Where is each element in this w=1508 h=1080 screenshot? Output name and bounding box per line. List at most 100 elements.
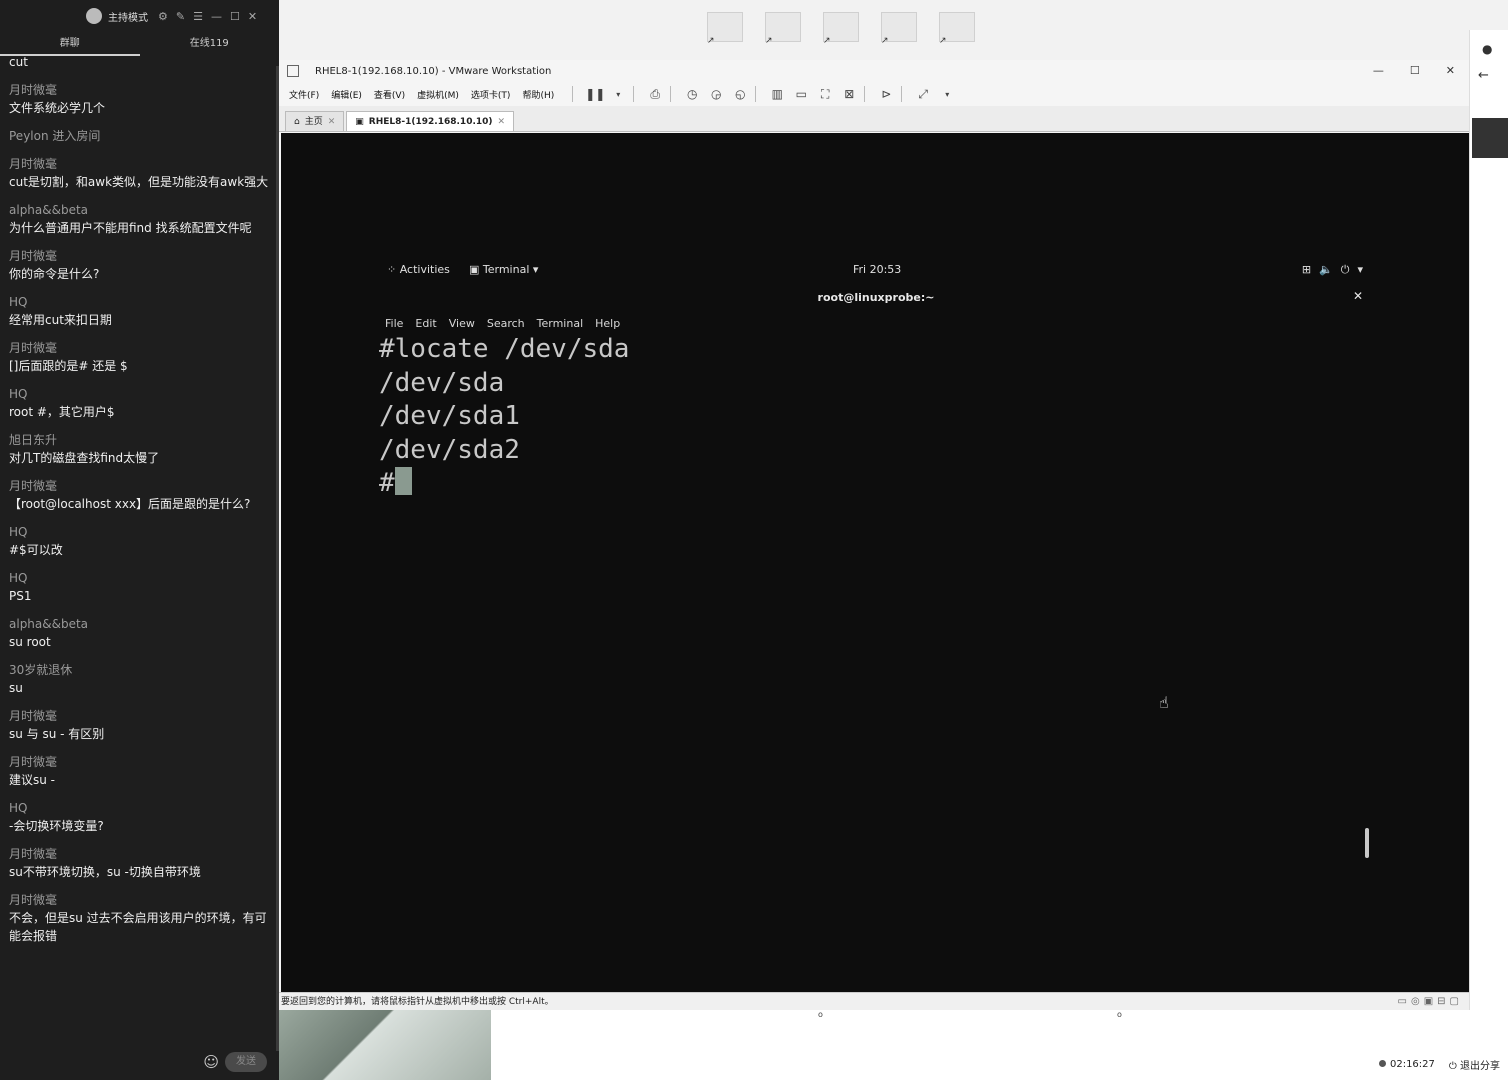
edit-icon[interactable]: ✎ [176,10,185,23]
mode-label: 主持模式 [108,12,148,24]
message-text: su 与 su - 有区别 [9,727,105,741]
message-sender: HQ [9,387,28,401]
status-hint: 要返回到您的计算机，请将鼠标指针从虚拟机中移出或按 Ctrl+Alt。 [281,997,554,1007]
terminal-output[interactable]: #locate /dev/sda /dev/sda /dev/sda1 /dev… [379,333,1369,501]
console-view-icon[interactable]: ⊳ [877,87,895,101]
terminal-menu-terminal[interactable]: Terminal [537,317,584,330]
desktop-shortcut-icon[interactable]: ↗ [939,12,979,56]
snapshot-icon[interactable]: ◷ [683,87,701,101]
chat-message: alpha&&beta 为什么普通用户不能用find 找系统配置文件呢 [9,202,270,237]
back-arrow-icon[interactable]: ← [1478,68,1489,83]
chevron-down-icon: ▾ [1357,263,1371,276]
record-dot-icon [1378,1060,1386,1067]
emoji-icon[interactable]: ☺ [203,1053,219,1071]
clock[interactable]: Fri 20:53 [853,263,901,276]
app-menu-terminal[interactable]: ▣ Terminal ▾ [469,263,538,276]
chevron-down-icon[interactable]: ▾ [938,90,956,99]
terminal-prompt-line[interactable]: # [379,467,1369,501]
snapshot-restore-icon[interactable]: ◶ [707,87,725,101]
message-text: 不会，但是su 过去不会启用该用户的环境，有可能会报错 [9,911,267,943]
sidebar-toggle-icon[interactable]: ▥ [768,87,786,101]
close-icon[interactable]: ✕ [1353,289,1363,303]
chat-message: 月时微毫 建议su - [9,754,270,789]
terminal-line: /dev/sda2 [379,434,520,465]
tab-vm[interactable]: ▣ RHEL8-1(192.168.10.10) ✕ [346,111,515,132]
message-sender: 月时微毫 [9,249,58,263]
message-text: []后面跟的是# 还是 $ [9,359,128,373]
pause-icon[interactable]: ❚❚ [585,87,605,101]
chat-input-bar: ☺ 发送 [0,1043,279,1080]
vmware-menubar: 文件(F) 编辑(E) 查看(V) 虚拟机(M) 选项卡(T) 帮助(H) ❚❚… [279,82,1469,106]
terminal-menu-view[interactable]: View [449,317,475,330]
desktop-shortcut-icon[interactable]: ↗ [707,12,747,56]
snapshot-manager-icon[interactable]: ◵ [731,87,749,101]
chat-message: 月时微毫不会，但是su 过去不会启用该用户的环境，有可能会报错 [9,892,270,945]
vm-display[interactable]: ⁘ Activities ▣ Terminal ▾ Fri 20:53 ⊞🔈⏻▾… [281,133,1469,992]
menu-icon[interactable]: ☰ [193,10,203,23]
terminal-menu-help[interactable]: Help [595,317,620,330]
vmware-tabbar: ⌂ 主页 ✕ ▣ RHEL8-1(192.168.10.10) ✕ [279,106,1469,132]
close-icon[interactable]: ✕ [248,10,257,23]
send-keys-icon[interactable]: ⎙ [646,87,664,102]
message-text: 你的命令是什么? [9,267,100,281]
menu-tabs[interactable]: 选项卡(T) [471,88,511,101]
home-icon: ⌂ [294,116,300,127]
unity-icon[interactable]: ⊠ [840,87,858,101]
menu-edit[interactable]: 编辑(E) [331,88,362,101]
stretch-icon[interactable]: ⤢ [914,87,932,102]
chat-message-list[interactable]: cut 月时微毫 文件系统必学几个 Peylon 进入房间 月时微毫 cut是切割，和aw… [0,53,279,1043]
terminal-menu-file[interactable]: File [385,317,403,330]
text-cursor [394,467,412,495]
fullscreen-icon[interactable]: ⛶ [816,87,834,102]
power-icon: ⏻ [1448,1061,1457,1072]
chat-message: alpha&&beta su root [9,616,270,651]
chat-message: 月时微毫 【root@localhost xxx】后面是跟的是什么? [9,478,270,513]
send-button[interactable]: 发送 [225,1051,267,1072]
chat-message: 月时微毫你的命令是什么? [9,248,270,283]
chat-message: Peylon 进入房间 [9,128,270,145]
message-sender: alpha&&beta [9,203,89,217]
activities-button[interactable]: ⁘ Activities [387,263,450,276]
close-icon[interactable]: ✕ [1446,60,1455,82]
thumbnail-view-icon[interactable]: ▭ [792,87,810,101]
terminal-line: #locate /dev/sda [379,334,630,364]
menu-vm[interactable]: 虚拟机(M) [417,88,459,101]
terminal-menu-search[interactable]: Search [487,317,525,330]
system-tray[interactable]: ⊞🔈⏻▾ [1302,263,1371,277]
message-sender: 月时微毫 [9,479,58,493]
desktop-shortcut-icon[interactable]: ↗ [823,12,863,56]
message-sender: 30岁就退休 [9,663,73,677]
app-logo-icon: ● [1482,42,1493,56]
vmware-logo-icon [287,65,299,77]
desktop-shortcut-icon[interactable]: ↗ [881,12,921,56]
message-text: 经常用cut来扣日期 [9,313,112,327]
close-tab-icon[interactable]: ✕ [498,112,506,132]
message-text: 对几T的磁盘查找find太慢了 [9,451,160,465]
exit-share-button[interactable]: ⏻ 退出分享 [1449,1057,1500,1072]
screen-share-bar: o o 02:16:27 ⏻ 退出分享 [279,1010,1508,1080]
maximize-icon[interactable]: ☐ [1410,60,1420,82]
message-sender: HQ [9,295,28,309]
tab-home[interactable]: ⌂ 主页 ✕ [285,111,345,132]
desktop-shortcut-icon[interactable]: ↗ [765,12,805,56]
terminal-line: /dev/sda [379,367,505,398]
maximize-icon[interactable]: ☐ [230,10,240,23]
terminal-menu-edit[interactable]: Edit [415,317,436,330]
minimize-icon[interactable]: — [211,10,222,23]
host-avatar [86,8,102,24]
menu-view[interactable]: 查看(V) [374,88,405,101]
chevron-down-icon[interactable]: ▾ [609,90,627,99]
device-icons[interactable]: ▭◎▣⊟▢ [1398,993,1463,1011]
message-sender: Peylon 进入房间 [9,129,101,143]
menu-help[interactable]: 帮助(H) [522,88,554,101]
vm-icon: ▣ [355,116,364,127]
close-tab-icon[interactable]: ✕ [328,112,336,132]
message-text: #$可以改 [9,543,63,557]
settings-icon[interactable]: ⚙ [158,10,168,23]
message-sender: 月时微毫 [9,893,58,907]
terminal-scrollbar[interactable] [1365,828,1369,858]
menu-file[interactable]: 文件(F) [289,88,319,101]
chat-message: 30岁就退休 su [9,662,270,697]
minimize-icon[interactable]: — [1373,60,1384,82]
network-icon: ⊞ [1301,263,1320,276]
